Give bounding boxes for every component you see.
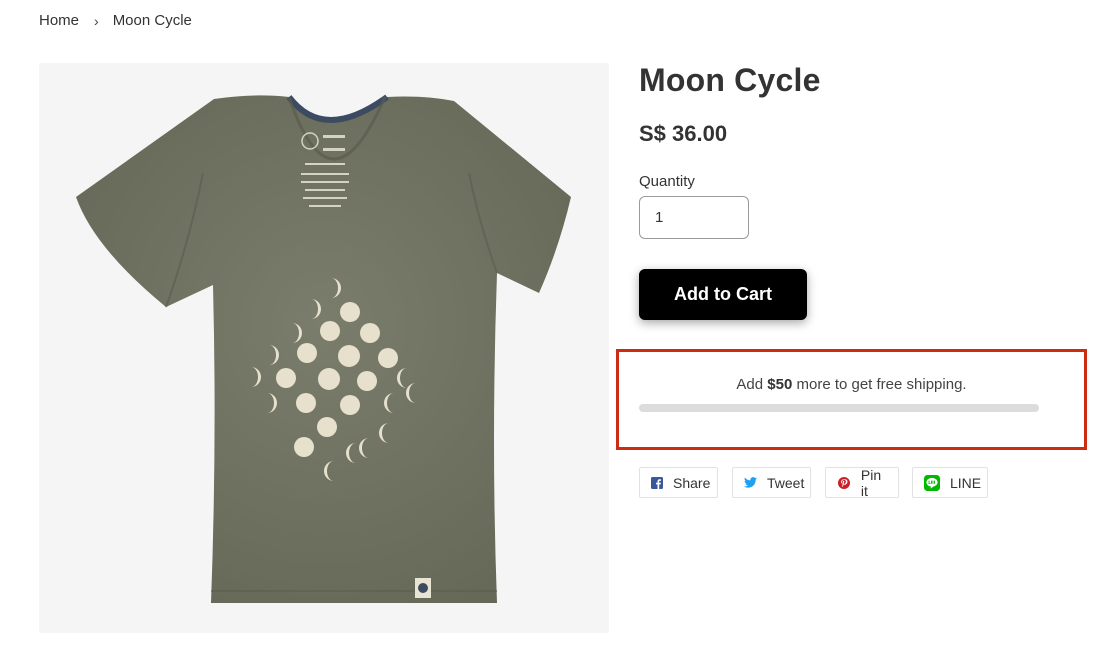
twitter-icon	[744, 475, 757, 491]
free-shipping-message: Add $50 more to get free shipping.	[619, 376, 1084, 393]
shipping-suffix: more to get free shipping.	[792, 376, 967, 393]
breadcrumb-separator: ›	[94, 12, 99, 29]
breadcrumb: Home › Moon Cycle	[39, 12, 192, 29]
shipping-amount: $50	[767, 376, 793, 393]
product-price: S$ 36.00	[639, 121, 728, 146]
share-twitter-label: Tweet	[767, 474, 805, 491]
product-title: Moon Cycle	[639, 62, 821, 98]
line-icon	[924, 474, 940, 491]
share-line-button[interactable]: LINE	[912, 467, 988, 498]
shipping-progress-track	[639, 404, 1039, 412]
product-image[interactable]	[39, 63, 609, 633]
shipping-prefix: Add	[736, 376, 768, 393]
share-facebook-button[interactable]: Share	[639, 467, 718, 498]
share-pinterest-label: Pin it	[860, 466, 882, 499]
share-line-label: LINE	[950, 474, 982, 491]
share-pinterest-button[interactable]: Pin it	[825, 466, 899, 499]
add-to-cart-button[interactable]: Add to Cart	[639, 269, 807, 320]
quantity-input[interactable]	[639, 196, 749, 239]
share-facebook-label: Share	[673, 474, 711, 491]
breadcrumb-current: Moon Cycle	[112, 12, 192, 29]
quantity-label: Quantity	[639, 173, 695, 190]
pinterest-icon	[837, 475, 851, 491]
breadcrumb-home-link[interactable]: Home	[39, 12, 79, 29]
tshirt-image	[76, 94, 571, 604]
free-shipping-bar: Add $50 more to get free shipping.	[616, 349, 1087, 450]
facebook-icon	[651, 475, 663, 491]
share-twitter-button[interactable]: Tweet	[732, 467, 811, 498]
